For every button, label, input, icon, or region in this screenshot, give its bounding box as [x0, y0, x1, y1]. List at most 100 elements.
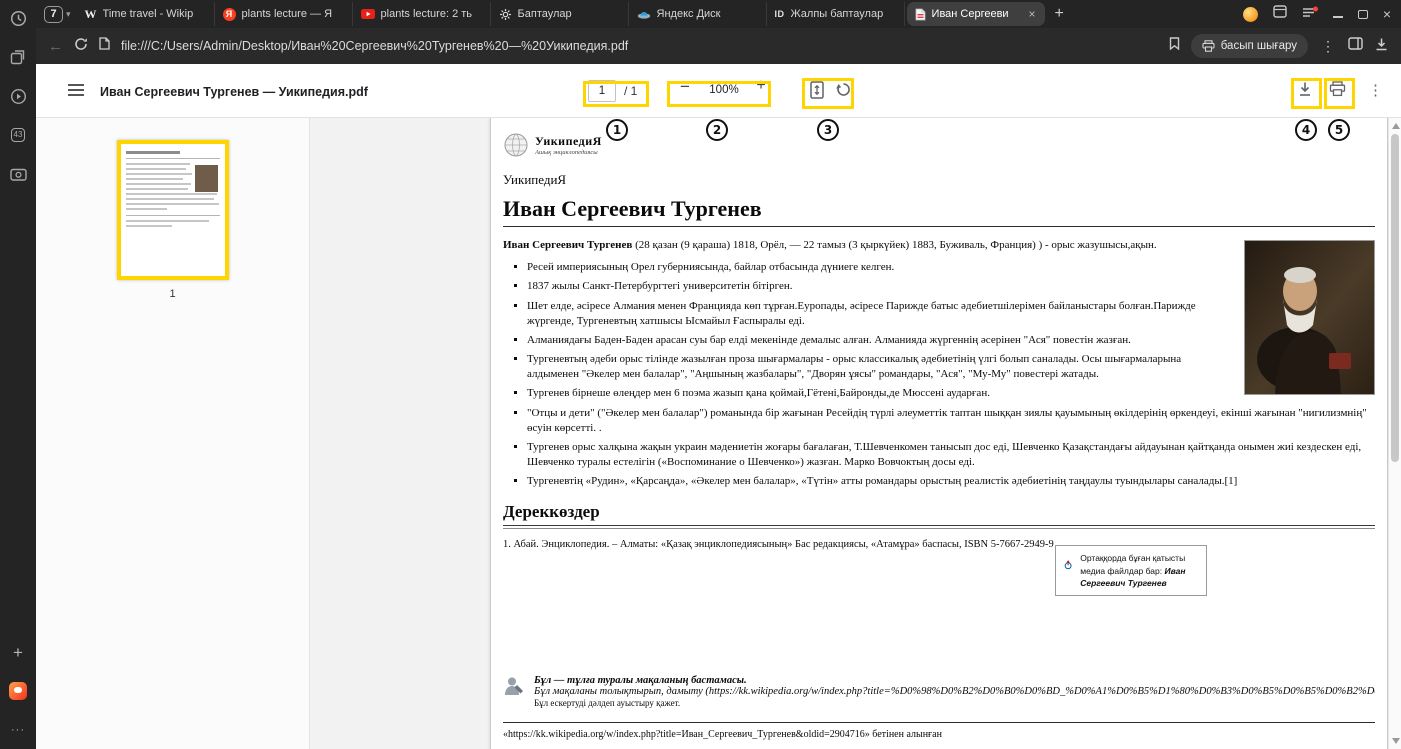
side-panel-icon[interactable]: [1348, 37, 1363, 55]
screenshot-icon[interactable]: [9, 165, 27, 183]
article-title: Иван Сергеевич Тургенев: [503, 196, 1375, 227]
video-play-icon[interactable]: [9, 87, 27, 105]
tab-settings[interactable]: Баптаулар: [491, 2, 629, 26]
tab-bar: 7 ▾ W Time travel - Wikip Я plants lectu…: [36, 0, 1401, 28]
browser-window: 43 + ··· 7 ▾ W Time travel - Wikip Я pla…: [0, 0, 1401, 749]
tab-label: Жалпы баптаулар: [791, 8, 896, 20]
pdf-page: УикипедиЯ Ашық энциклопедиясы УикипедиЯ …: [490, 118, 1388, 749]
menu-icon[interactable]: [68, 84, 84, 99]
viewer-more-icon[interactable]: ⋮: [1368, 81, 1383, 99]
new-tab-button[interactable]: +: [1055, 5, 1064, 23]
orange-app-logo: [9, 682, 27, 700]
window-minimize-button[interactable]: [1333, 16, 1343, 18]
window-maximize-button[interactable]: [1358, 10, 1368, 19]
stub-notice: Бұл — тұлға туралы мақаланың бастамасы. …: [503, 675, 1375, 708]
print-page-label: басып шығару: [1221, 40, 1297, 52]
gear-icon: [499, 8, 512, 21]
tab-wikipedia-time-travel[interactable]: W Time travel - Wikip: [77, 2, 215, 26]
sidebar-more-icon[interactable]: ···: [9, 721, 27, 739]
yandex-icon: Я: [223, 8, 236, 21]
file-icon: [99, 37, 110, 55]
history-icon[interactable]: [9, 9, 27, 27]
references-rule: [503, 528, 1375, 529]
counter-badge-icon[interactable]: 43: [9, 126, 27, 144]
page-thumbnail[interactable]: [117, 140, 229, 280]
yandex-id-icon: ID: [775, 9, 785, 19]
tabbar-right-controls: ×: [1243, 5, 1401, 23]
zoom-out-button[interactable]: −: [674, 77, 696, 97]
scroll-down-arrow[interactable]: [1392, 738, 1400, 744]
yandex-disk-icon: [637, 8, 651, 20]
logo-title: УикипедиЯ: [535, 134, 602, 149]
youtube-icon: [361, 9, 375, 19]
tab-yandex-plants-lecture[interactable]: Я plants lecture — Я: [215, 2, 353, 26]
printer-icon: [1202, 40, 1215, 52]
page-total-label: / 1: [624, 84, 637, 98]
sidebar-add-icon[interactable]: +: [9, 643, 27, 661]
intro-subject: Иван Сергеевич Тургенев: [503, 239, 632, 251]
pdf-document-title: Иван Сергеевич Тургенев — Уикипедия.pdf: [100, 85, 368, 99]
notifications-icon[interactable]: [1302, 5, 1318, 23]
download-button[interactable]: [1297, 81, 1313, 102]
yandex-messenger-icon[interactable]: [9, 682, 27, 700]
window-close-button[interactable]: ×: [1383, 7, 1391, 21]
tab-label: Баптаулар: [518, 8, 620, 20]
retrieved-from-line[interactable]: «https://kk.wikipedia.org/w/index.php?ti…: [503, 729, 1375, 740]
browser-side-rail: 43 + ···: [0, 0, 36, 749]
commons-logo-icon: [1063, 552, 1073, 578]
stub-person-icon: [503, 675, 525, 697]
article-bullet: Тургенев орыс халқына жақын украин мәден…: [527, 440, 1375, 470]
tab-yandex-id-settings[interactable]: ID Жалпы баптаулар: [767, 2, 905, 26]
reload-icon[interactable]: [74, 37, 88, 56]
tab-count-value: 7: [44, 6, 63, 23]
url-field[interactable]: file:///C:/Users/Admin/Desktop/Иван%20Се…: [121, 39, 1158, 53]
tab-youtube-plants-lecture[interactable]: plants lecture: 2 ть: [353, 2, 491, 26]
stub-line-3: Бұл ескертуді дәлдеп ауыстыру қажет.: [534, 698, 1375, 708]
bookmark-flag-icon[interactable]: [1169, 37, 1180, 55]
stub-edit-link[interactable]: Бұл мақаланы толықтырып, дамыту (https:/…: [534, 686, 1375, 697]
wikipedia-logo: УикипедиЯ Ашық энциклопедиясы: [503, 126, 1375, 164]
article-bullet: "Отцы и дети" ("Әкелер мен балалар") ром…: [527, 406, 1375, 436]
pdf-file-icon: [915, 8, 926, 21]
tab-close-icon[interactable]: ×: [1028, 7, 1037, 21]
address-more-icon[interactable]: ⋮: [1319, 38, 1337, 55]
thumbnail-portrait: [195, 165, 218, 192]
print-page-button[interactable]: басып шығару: [1191, 34, 1308, 58]
chevron-down-icon: ▾: [66, 9, 71, 20]
scroll-up-arrow[interactable]: [1392, 123, 1400, 129]
wikipedia-icon: W: [85, 7, 97, 22]
pdf-viewer-area: УикипедиЯ Ашық энциклопедиясы УикипедиЯ …: [310, 118, 1401, 749]
back-icon[interactable]: ←: [48, 38, 63, 55]
page-number-input[interactable]: 1: [588, 80, 616, 102]
panels-icon[interactable]: [1273, 5, 1287, 23]
scrollbar-thumb[interactable]: [1391, 134, 1399, 462]
profile-avatar[interactable]: [1243, 7, 1258, 22]
badge-43: 43: [11, 128, 26, 142]
tab-label: plants lecture — Я: [242, 8, 344, 20]
downloads-icon[interactable]: [1374, 37, 1389, 56]
tab-pdf-turgenev[interactable]: Иван Сергееви ×: [907, 2, 1045, 26]
stub-text: Бұл — тұлға туралы мақаланың бастамасы. …: [534, 675, 1375, 708]
references-heading: Дереккөздер: [503, 502, 1375, 526]
zoom-level-value: 100%: [696, 84, 752, 96]
commons-box: Ортаққорда бұған қатысты медиа файлдар б…: [1055, 545, 1207, 596]
reference-item[interactable]: 1. Абай. Энциклопедия. – Алматы: «Қазақ …: [503, 539, 1131, 550]
article-body: Иван Сергеевич Тургенев (28 қазан (9 қар…: [503, 238, 1375, 489]
thumbnail-panel: 1: [36, 118, 310, 749]
tab-label: Иван Сергееви: [932, 8, 1022, 20]
rotate-page-button[interactable]: [835, 81, 852, 103]
zoom-in-button[interactable]: +: [750, 77, 772, 95]
tab-yandex-disk[interactable]: Яндекс Диск: [629, 2, 767, 26]
intro-rest: (28 қазан (9 қараша) 1818, Орёл, — 22 та…: [632, 239, 1156, 251]
footer-rule: [503, 722, 1375, 723]
article-bullet: Тургеневтің «Рудин», «Қарсаңда», «Әкелер…: [527, 474, 1375, 489]
print-button[interactable]: [1329, 81, 1346, 102]
tab-label: plants lecture: 2 ть: [381, 8, 482, 20]
wikipedia-globe-icon: [503, 132, 529, 158]
tab-label: Яндекс Диск: [657, 8, 758, 20]
fit-page-button[interactable]: [810, 81, 824, 104]
vertical-scrollbar: [1388, 118, 1401, 749]
thumbnail-preview: [121, 144, 225, 276]
tab-counter[interactable]: 7 ▾: [44, 6, 71, 23]
tabs-stack-icon[interactable]: [9, 48, 27, 66]
